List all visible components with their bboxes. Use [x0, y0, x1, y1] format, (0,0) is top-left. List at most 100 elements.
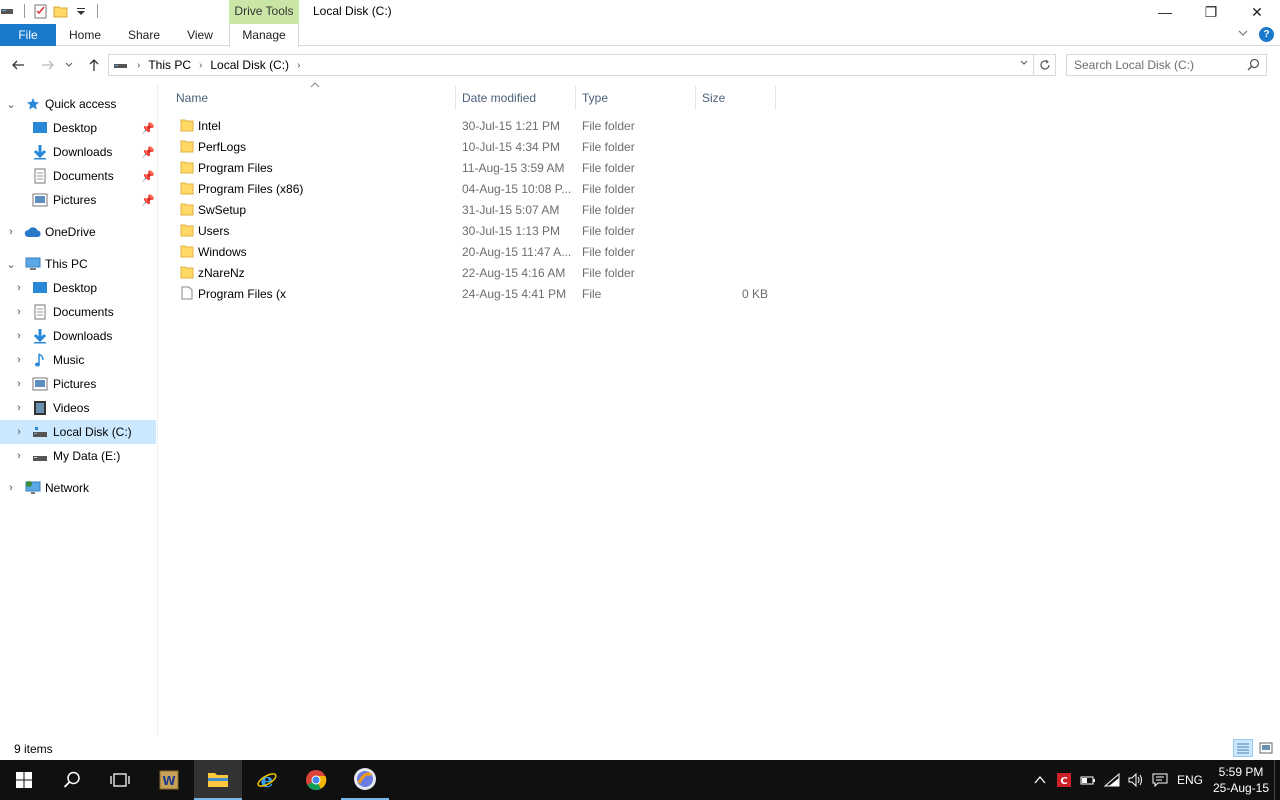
nav-pc-local-disk[interactable]: › Local Disk (C:)	[0, 420, 156, 444]
breadcrumb-separator-icon[interactable]: ›	[199, 60, 202, 71]
expanded-chevron-icon[interactable]: ⌄	[6, 98, 16, 111]
pin-icon[interactable]: 📌	[141, 146, 155, 159]
collapsed-chevron-icon[interactable]: ›	[14, 378, 24, 390]
word-taskbar-button[interactable]: W	[145, 760, 193, 800]
drive-app-icon[interactable]	[0, 3, 16, 19]
file-row[interactable]: Program Files (x 24-Aug-15 4:41 PM File …	[170, 283, 780, 304]
collapsed-chevron-icon[interactable]: ›	[6, 226, 16, 238]
taskbar: W e C ENG 5:59 PM 25-Aug-15	[0, 760, 1280, 800]
properties-icon[interactable]	[33, 3, 49, 19]
nav-quick-desktop[interactable]: Desktop 📌	[0, 116, 156, 140]
breadcrumb-separator-icon[interactable]: ›	[137, 60, 140, 71]
large-icons-view-button[interactable]	[1256, 739, 1276, 757]
nav-pc-pictures[interactable]: › Pictures	[0, 372, 156, 396]
collapsed-chevron-icon[interactable]: ›	[6, 482, 16, 494]
file-row[interactable]: Windows 20-Aug-15 11:47 A... File folder	[170, 241, 780, 262]
details-view-button[interactable]	[1233, 739, 1253, 757]
clock[interactable]: 5:59 PM 25-Aug-15	[1208, 764, 1274, 796]
nav-pc-documents[interactable]: › Documents	[0, 300, 156, 324]
back-button[interactable]	[8, 55, 28, 75]
expanded-chevron-icon[interactable]: ⌄	[6, 258, 16, 271]
expand-ribbon-icon[interactable]	[1237, 27, 1249, 42]
input-language[interactable]: ENG	[1172, 773, 1208, 787]
tab-home[interactable]: Home	[62, 24, 108, 46]
nav-quick-downloads[interactable]: Downloads 📌	[0, 140, 156, 164]
collapsed-chevron-icon[interactable]: ›	[14, 354, 24, 366]
customize-qat-icon[interactable]	[73, 3, 89, 19]
new-folder-icon[interactable]	[53, 3, 69, 19]
nav-quick-access[interactable]: ⌄ Quick access	[0, 92, 156, 116]
column-header-name[interactable]: Name	[170, 86, 454, 110]
tab-manage[interactable]: Manage	[229, 24, 299, 47]
caption-buttons: — ❐ ✕	[1142, 0, 1280, 24]
tab-view[interactable]: View	[180, 24, 220, 46]
search-button[interactable]	[48, 760, 96, 800]
breadcrumb-this-pc[interactable]: This PC	[148, 58, 191, 72]
nav-this-pc[interactable]: ⌄ This PC	[0, 252, 156, 276]
nav-onedrive[interactable]: › OneDrive	[0, 220, 156, 244]
file-row[interactable]: Program Files (x86) 04-Aug-15 10:08 P...…	[170, 178, 780, 199]
column-header-type[interactable]: Type	[576, 86, 694, 110]
network-tray-button[interactable]	[1100, 760, 1124, 800]
forward-button[interactable]	[38, 55, 58, 75]
folder-icon	[180, 118, 194, 132]
pin-icon[interactable]: 📌	[141, 194, 155, 207]
show-hidden-icons-button[interactable]	[1028, 760, 1052, 800]
file-row[interactable]: PerfLogs 10-Jul-15 4:34 PM File folder	[170, 136, 780, 157]
nav-pc-videos[interactable]: › Videos	[0, 396, 156, 420]
nav-pc-desktop[interactable]: › Desktop	[0, 276, 156, 300]
task-view-button[interactable]	[96, 760, 144, 800]
nav-quick-documents[interactable]: Documents 📌	[0, 164, 156, 188]
refresh-button[interactable]	[1034, 54, 1056, 76]
chrome-taskbar-button[interactable]	[292, 760, 340, 800]
show-desktop-button[interactable]	[1274, 760, 1280, 800]
collapsed-chevron-icon[interactable]: ›	[14, 402, 24, 414]
help-icon[interactable]: ?	[1259, 27, 1274, 42]
search-input[interactable]	[1067, 55, 1242, 75]
action-center-button[interactable]	[1148, 760, 1172, 800]
collapsed-chevron-icon[interactable]: ›	[14, 306, 24, 318]
ie-taskbar-button[interactable]: e	[243, 760, 291, 800]
nav-network[interactable]: › Network	[0, 476, 156, 500]
file-name: SwSetup	[198, 203, 247, 217]
file-name: PerfLogs	[198, 140, 247, 154]
recent-locations-button[interactable]	[62, 55, 76, 75]
file-row[interactable]: Program Files 11-Aug-15 3:59 AM File fol…	[170, 157, 780, 178]
nav-quick-pictures[interactable]: Pictures 📌	[0, 188, 156, 212]
tab-share[interactable]: Share	[122, 24, 166, 46]
column-header-size[interactable]: Size	[696, 86, 774, 110]
antivirus-tray-button[interactable]: C	[1052, 760, 1076, 800]
minimize-button[interactable]: —	[1142, 0, 1188, 24]
collapsed-chevron-icon[interactable]: ›	[14, 450, 24, 462]
start-button[interactable]	[0, 760, 48, 800]
nav-pc-music[interactable]: › Music	[0, 348, 156, 372]
address-dropdown-icon[interactable]	[1019, 58, 1029, 71]
file-row[interactable]: Intel 30-Jul-15 1:21 PM File folder	[170, 115, 780, 136]
up-button[interactable]	[84, 55, 104, 75]
pin-icon[interactable]: 📌	[141, 170, 155, 183]
restore-button[interactable]: ❐	[1188, 0, 1234, 24]
file-explorer-taskbar-button[interactable]	[194, 760, 242, 800]
battery-tray-button[interactable]	[1076, 760, 1100, 800]
volume-tray-button[interactable]	[1124, 760, 1148, 800]
nav-pc-my-data[interactable]: › My Data (E:)	[0, 444, 156, 468]
file-row[interactable]: zNareNz 22-Aug-15 4:16 AM File folder	[170, 262, 780, 283]
file-row[interactable]: SwSetup 31-Jul-15 5:07 AM File folder	[170, 199, 780, 220]
collapsed-chevron-icon[interactable]: ›	[14, 282, 24, 294]
collapsed-chevron-icon[interactable]: ›	[14, 330, 24, 342]
breadcrumb-local-disk[interactable]: Local Disk (C:)	[210, 58, 289, 72]
search-box[interactable]	[1066, 54, 1267, 76]
file-row[interactable]: Users 30-Jul-15 1:13 PM File folder	[170, 220, 780, 241]
address-bar[interactable]: › This PC › Local Disk (C:) ›	[108, 54, 1034, 76]
close-button[interactable]: ✕	[1234, 0, 1280, 24]
app-taskbar-button[interactable]	[341, 760, 389, 800]
nav-pc-downloads[interactable]: › Downloads	[0, 324, 156, 348]
windows-logo-icon	[16, 772, 32, 788]
column-header-date[interactable]: Date modified	[456, 86, 574, 110]
pin-icon[interactable]: 📌	[141, 122, 155, 135]
breadcrumb-separator-icon[interactable]: ›	[297, 60, 300, 71]
collapsed-chevron-icon[interactable]: ›	[14, 426, 24, 438]
search-icon[interactable]	[1247, 58, 1260, 74]
column-divider[interactable]	[775, 86, 776, 110]
tab-file[interactable]: File	[0, 24, 56, 46]
